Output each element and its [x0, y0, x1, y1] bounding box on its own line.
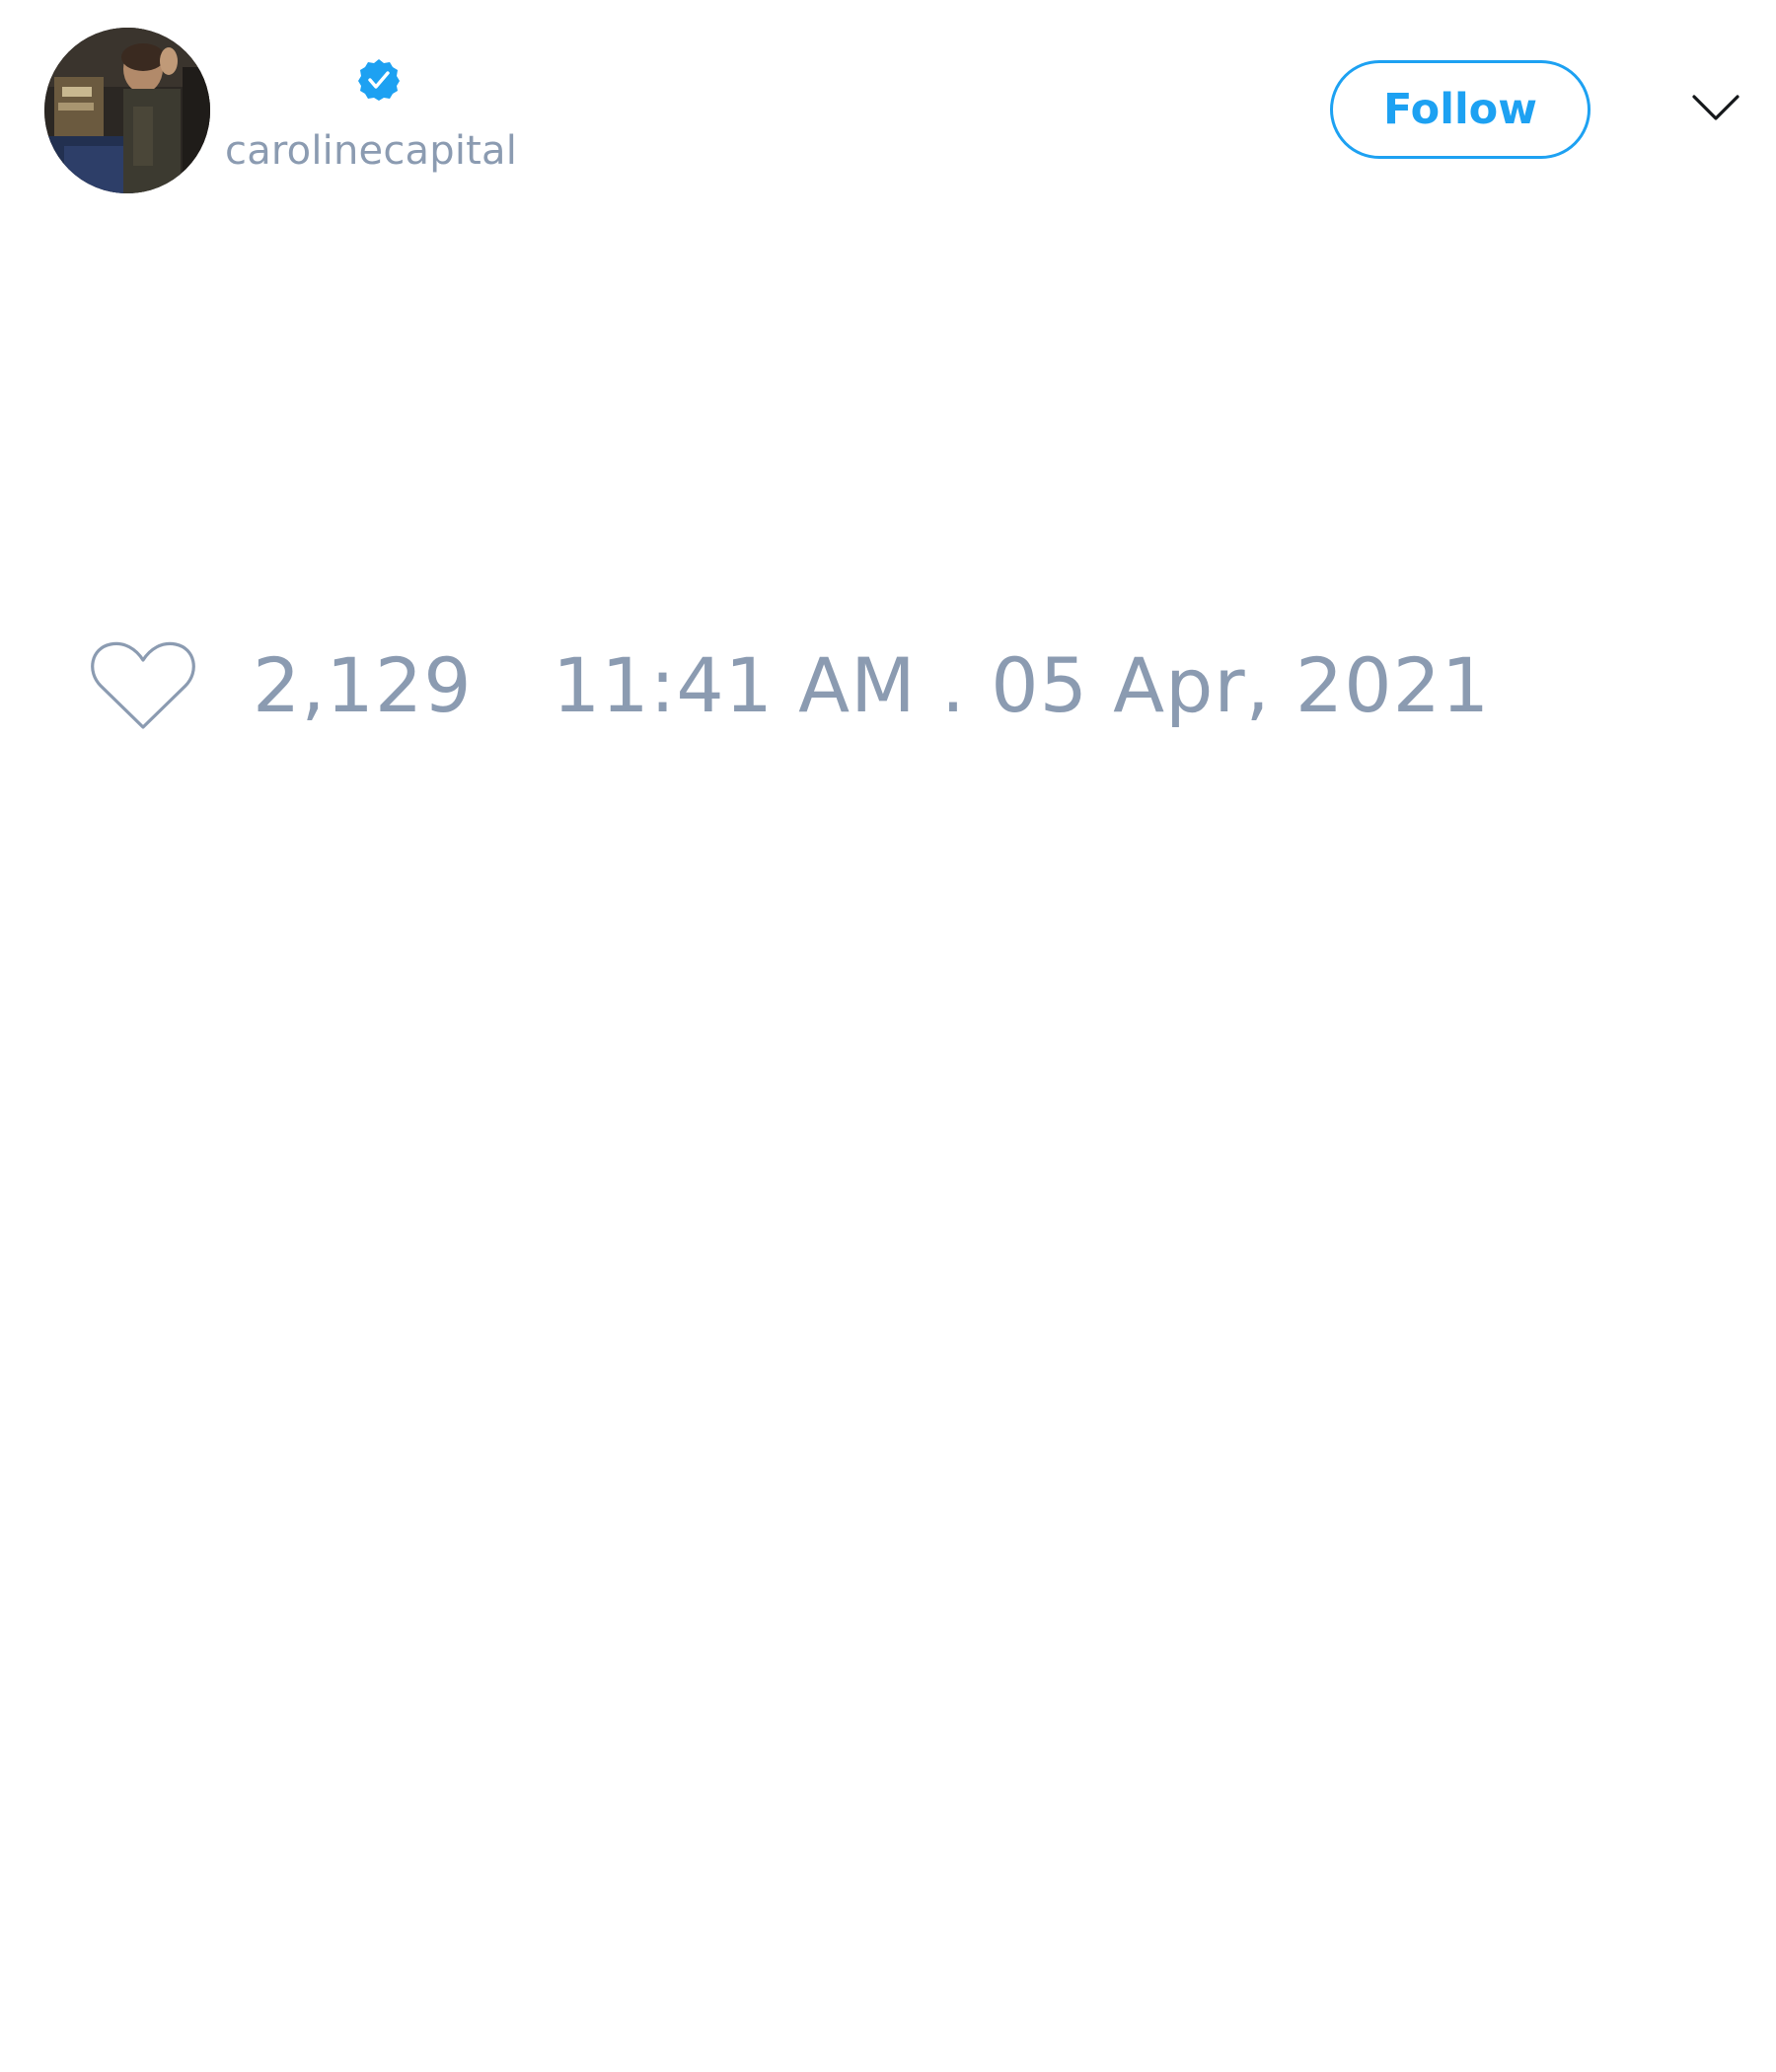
avatar[interactable]	[44, 28, 210, 193]
author-handle[interactable]: carolinecapital	[225, 126, 517, 176]
tweet-meta: 2,129 11:41 AM . 05 Apr, 2021	[0, 622, 1776, 750]
chevron-down-icon[interactable]	[1690, 91, 1741, 124]
like-count: 2,129	[253, 641, 473, 729]
avatar-photo	[44, 28, 210, 193]
heart-icon[interactable]	[89, 636, 197, 735]
follow-button[interactable]: Follow	[1330, 60, 1591, 159]
verified-badge-icon	[356, 57, 402, 103]
tweet-header: carolinecapital Follow	[0, 0, 1776, 217]
tweet-card: carolinecapital Follow 2,129 11:41 AM . …	[0, 0, 1776, 2072]
tweet-timestamp[interactable]: 11:41 AM . 05 Apr, 2021	[553, 641, 1490, 730]
